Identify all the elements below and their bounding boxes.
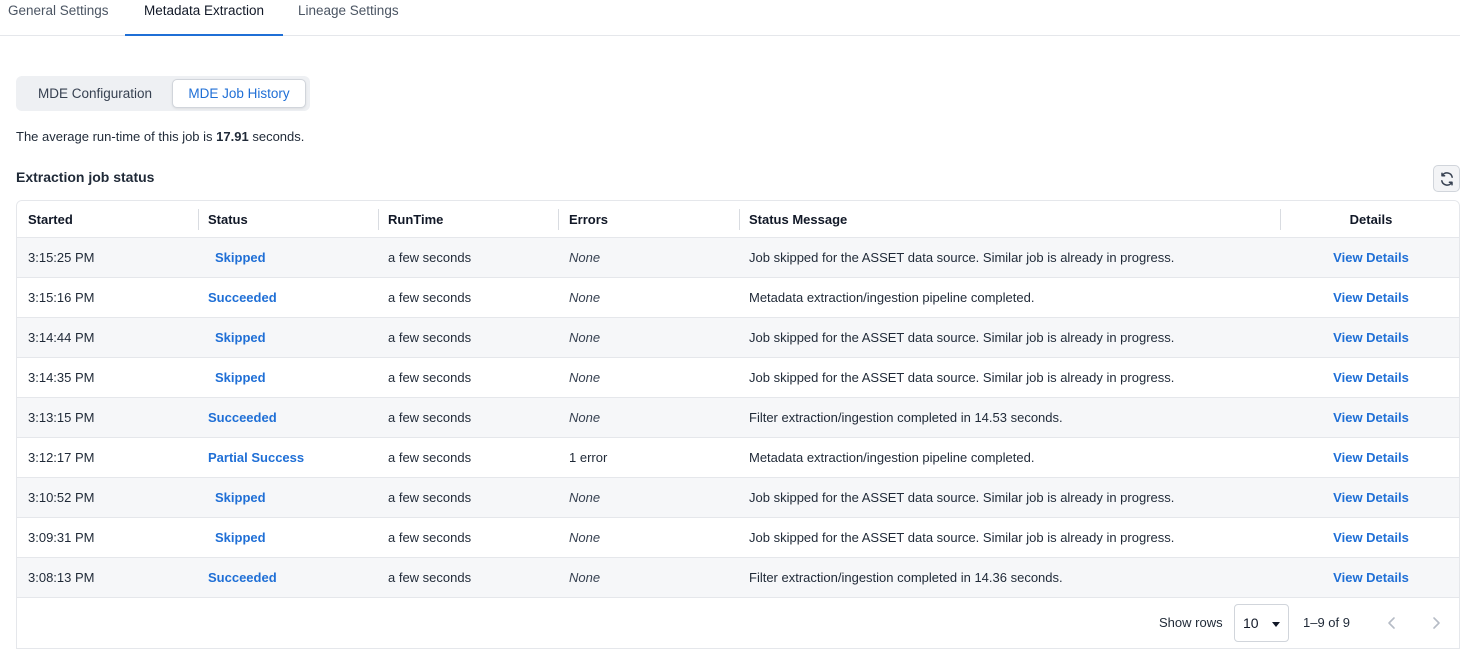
cell-runtime: a few seconds <box>388 450 472 465</box>
view-details-link[interactable]: View Details <box>1281 558 1459 597</box>
cell-status-message: Job skipped for the ASSET data source. S… <box>749 490 1175 505</box>
column-header-runtime[interactable]: RunTime <box>388 201 443 238</box>
cell-runtime: a few seconds <box>388 490 472 505</box>
table-row: 3:15:25 PM Skipped a few seconds None Job sk… <box>17 238 1459 278</box>
average-runtime-prefix: The average run-time of this job is <box>16 129 213 144</box>
table-row: 3:10:52 PM Skipped a few seconds None Job sk… <box>17 478 1459 518</box>
view-details-link[interactable]: View Details <box>1281 318 1459 357</box>
top-tab-bar: General Settings Metadata Extraction Lin… <box>0 0 1460 36</box>
cell-status-link[interactable]: Succeeded <box>208 398 277 437</box>
next-page-button[interactable] <box>1423 610 1449 636</box>
job-status-table: Started Status RunTime Errors Status Mes… <box>16 200 1460 649</box>
table-row: 3:14:35 PM Skipped a few seconds None Job sk… <box>17 358 1459 398</box>
cell-runtime: a few seconds <box>388 290 472 305</box>
table-row: 3:14:44 PM Skipped a few seconds None Job sk… <box>17 318 1459 358</box>
view-details-link[interactable]: View Details <box>1281 438 1459 477</box>
cell-started: 3:12:17 PM <box>28 450 95 465</box>
column-header-started[interactable]: Started <box>28 201 73 238</box>
cell-runtime: a few seconds <box>388 330 472 345</box>
cell-errors: None <box>569 370 601 385</box>
cell-status-link[interactable]: Skipped <box>215 518 266 557</box>
tab-general-settings[interactable]: General Settings <box>8 0 118 36</box>
cell-status-link[interactable]: Skipped <box>215 318 266 357</box>
cell-status-message: Metadata extraction/ingestion pipeline c… <box>749 450 1035 465</box>
previous-page-button[interactable] <box>1379 610 1405 636</box>
caret-down-icon <box>1272 622 1280 627</box>
average-runtime-value: 17.91 <box>216 129 249 144</box>
refresh-button[interactable] <box>1433 165 1460 192</box>
cell-status-link[interactable]: Skipped <box>215 358 266 397</box>
cell-runtime: a few seconds <box>388 570 472 585</box>
average-runtime-suffix: seconds. <box>252 129 305 144</box>
column-divider[interactable] <box>198 209 199 230</box>
cell-started: 3:09:31 PM <box>28 530 95 545</box>
pagination-range: 1–9 of 9 <box>1303 615 1350 630</box>
view-details-link[interactable]: View Details <box>1281 358 1459 397</box>
cell-errors: None <box>569 290 601 305</box>
cell-status-message: Job skipped for the ASSET data source. S… <box>749 250 1175 265</box>
cell-started: 3:14:44 PM <box>28 330 95 345</box>
cell-runtime: a few seconds <box>388 250 472 265</box>
cell-errors: None <box>569 530 601 545</box>
view-details-link[interactable]: View Details <box>1281 518 1459 557</box>
cell-status-message: Job skipped for the ASSET data source. S… <box>749 530 1175 545</box>
column-divider[interactable] <box>378 209 379 230</box>
tab-metadata-extraction[interactable]: Metadata Extraction <box>125 0 283 36</box>
column-header-status[interactable]: Status <box>208 201 248 238</box>
cell-status-message: Job skipped for the ASSET data source. S… <box>749 330 1175 345</box>
table-row: 3:12:17 PM Partial Success a few seconds 1 … <box>17 438 1459 478</box>
cell-errors: None <box>569 570 601 585</box>
table-header: Started Status RunTime Errors Status Mes… <box>17 201 1459 238</box>
column-header-status-message[interactable]: Status Message <box>749 201 847 238</box>
cell-status-message: Job skipped for the ASSET data source. S… <box>749 370 1175 385</box>
cell-started: 3:10:52 PM <box>28 490 95 505</box>
cell-status-link[interactable]: Succeeded <box>208 278 277 317</box>
view-details-link[interactable]: View Details <box>1281 238 1459 277</box>
cell-status-message: Filter extraction/ingestion completed in… <box>749 410 1063 425</box>
column-divider[interactable] <box>558 209 559 230</box>
column-header-errors[interactable]: Errors <box>569 201 608 238</box>
rows-per-page-value: 10 <box>1243 615 1259 631</box>
cell-status-link[interactable]: Skipped <box>215 238 266 277</box>
cell-status-link[interactable]: Succeeded <box>208 558 277 597</box>
cell-started: 3:14:35 PM <box>28 370 95 385</box>
cell-started: 3:13:15 PM <box>28 410 95 425</box>
average-runtime-text: The average run-time of this job is 17.9… <box>16 129 304 144</box>
chevron-right-icon <box>1433 617 1440 629</box>
cell-runtime: a few seconds <box>388 410 472 425</box>
cell-errors: None <box>569 490 601 505</box>
cell-errors: None <box>569 330 601 345</box>
table-row: 3:08:13 PM Succeeded a few seconds None Filt… <box>17 558 1459 598</box>
cell-status-link[interactable]: Partial Success <box>208 438 304 477</box>
column-divider[interactable] <box>739 209 740 230</box>
cell-started: 3:15:25 PM <box>28 250 95 265</box>
mde-segmented-control: MDE Configuration MDE Job History <box>16 76 310 111</box>
cell-status-message: Filter extraction/ingestion completed in… <box>749 570 1063 585</box>
show-rows-label: Show rows <box>1159 615 1223 630</box>
cell-errors: 1 error <box>569 450 608 465</box>
table-row: 3:15:16 PM Succeeded a few seconds None Meta… <box>17 278 1459 318</box>
cell-errors: None <box>569 250 601 265</box>
segment-mde-job-history[interactable]: MDE Job History <box>172 79 306 108</box>
section-title: Extraction job status <box>16 169 155 185</box>
column-header-details[interactable]: Details <box>1281 201 1459 238</box>
cell-errors: None <box>569 410 601 425</box>
view-details-link[interactable]: View Details <box>1281 478 1459 517</box>
chevron-left-icon <box>1388 617 1395 629</box>
cell-started: 3:08:13 PM <box>28 570 95 585</box>
cell-status-message: Metadata extraction/ingestion pipeline c… <box>749 290 1035 305</box>
cell-status-link[interactable]: Skipped <box>215 478 266 517</box>
cell-runtime: a few seconds <box>388 530 472 545</box>
pagination-bar: Show rows 10 1–9 of 9 <box>17 598 1459 648</box>
view-details-link[interactable]: View Details <box>1281 278 1459 317</box>
refresh-icon <box>1440 171 1453 186</box>
rows-per-page-select[interactable]: 10 <box>1234 604 1289 642</box>
cell-started: 3:15:16 PM <box>28 290 95 305</box>
table-row: 3:09:31 PM Skipped a few seconds None Job sk… <box>17 518 1459 558</box>
segment-mde-configuration[interactable]: MDE Configuration <box>20 79 170 108</box>
table-row: 3:13:15 PM Succeeded a few seconds None Filt… <box>17 398 1459 438</box>
tab-lineage-settings[interactable]: Lineage Settings <box>298 0 408 36</box>
cell-runtime: a few seconds <box>388 370 472 385</box>
view-details-link[interactable]: View Details <box>1281 398 1459 437</box>
